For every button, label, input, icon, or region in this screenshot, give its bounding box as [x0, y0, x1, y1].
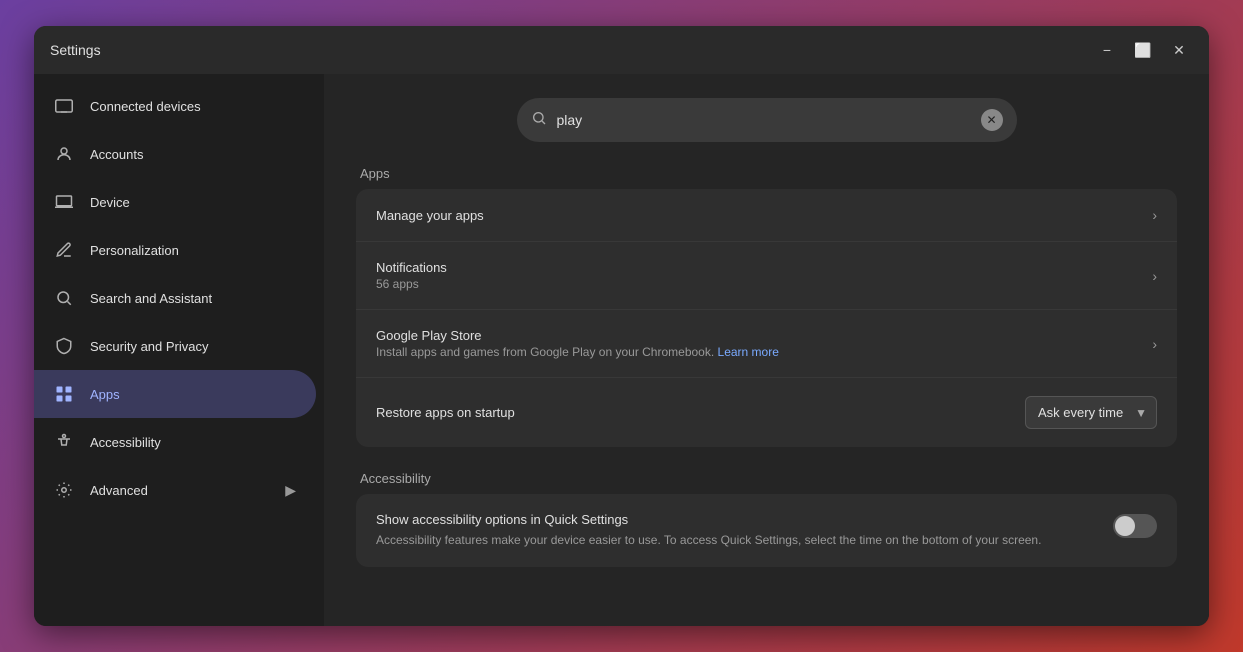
accessibility-option-subtitle: Accessibility features make your device …	[376, 531, 1093, 549]
google-play-store-subtitle: Install apps and games from Google Play …	[376, 345, 779, 359]
google-play-store-title: Google Play Store	[376, 328, 779, 343]
sidebar-item-apps[interactable]: Apps	[34, 370, 316, 418]
accounts-icon	[54, 144, 74, 164]
sidebar-label-personalization: Personalization	[90, 243, 179, 258]
apps-icon	[54, 384, 74, 404]
maximize-button[interactable]: ⬜	[1129, 36, 1157, 64]
sidebar-label-device: Device	[90, 195, 130, 210]
content-area: Connected devices Accounts Device Person…	[34, 74, 1209, 626]
sidebar-item-security-and-privacy[interactable]: Security and Privacy	[34, 322, 316, 370]
show-accessibility-row: Show accessibility options in Quick Sett…	[356, 494, 1177, 567]
accessibility-card: Show accessibility options in Quick Sett…	[356, 494, 1177, 567]
search-bar: ✕	[517, 98, 1017, 142]
manage-your-apps-chevron: ›	[1152, 207, 1157, 223]
device-icon	[54, 96, 74, 116]
sidebar-label-search-and-assistant: Search and Assistant	[90, 291, 212, 306]
accessibility-section-title: Accessibility	[356, 471, 1177, 486]
sidebar-item-accessibility[interactable]: Accessibility	[34, 418, 316, 466]
apps-section-title: Apps	[356, 166, 1177, 181]
google-play-store-left: Google Play Store Install apps and games…	[376, 328, 779, 359]
pen-icon	[54, 240, 74, 260]
sidebar-label-security-and-privacy: Security and Privacy	[90, 339, 209, 354]
laptop-icon	[54, 192, 74, 212]
search-icon	[54, 288, 74, 308]
sidebar-label-apps: Apps	[90, 387, 120, 402]
accessibility-toggle[interactable]	[1113, 514, 1157, 538]
apps-section: Apps Manage your apps › Notifications 56…	[356, 166, 1177, 447]
notifications-subtitle: 56 apps	[376, 277, 447, 291]
notifications-left: Notifications 56 apps	[376, 260, 447, 291]
advanced-expand-icon: ▶	[285, 482, 296, 499]
sidebar: Connected devices Accounts Device Person…	[34, 74, 324, 626]
sidebar-item-device[interactable]: Device	[34, 178, 316, 226]
manage-your-apps-left: Manage your apps	[376, 208, 484, 223]
settings-window: Settings − ⬜ ✕ Connected devices Account…	[34, 26, 1209, 626]
sidebar-label-accounts: Accounts	[90, 147, 143, 162]
search-bar-wrapper: ✕	[356, 98, 1177, 142]
title-bar: Settings − ⬜ ✕	[34, 26, 1209, 74]
minimize-button[interactable]: −	[1093, 36, 1121, 64]
accessibility-option-title: Show accessibility options in Quick Sett…	[376, 512, 1093, 527]
accessibility-icon	[54, 432, 74, 452]
close-button[interactable]: ✕	[1165, 36, 1193, 64]
search-input[interactable]	[557, 112, 971, 128]
main-content: ✕ Apps Manage your apps › Notification	[324, 74, 1209, 626]
manage-your-apps-title: Manage your apps	[376, 208, 484, 223]
sidebar-item-personalization[interactable]: Personalization	[34, 226, 316, 274]
window-title: Settings	[50, 42, 101, 58]
notifications-title: Notifications	[376, 260, 447, 275]
restore-apps-select[interactable]: Ask every time Always restore Never rest…	[1025, 396, 1157, 429]
notifications-chevron: ›	[1152, 268, 1157, 284]
learn-more-link[interactable]: Learn more	[718, 345, 779, 359]
sidebar-label-connected-devices: Connected devices	[90, 99, 201, 114]
sidebar-item-search-and-assistant[interactable]: Search and Assistant	[34, 274, 316, 322]
advanced-icon	[54, 480, 74, 500]
google-play-store-row[interactable]: Google Play Store Install apps and games…	[356, 310, 1177, 378]
restore-apps-select-wrapper: Ask every time Always restore Never rest…	[1025, 396, 1157, 429]
shield-icon	[54, 336, 74, 356]
search-bar-icon	[531, 110, 547, 131]
apps-card: Manage your apps › Notifications 56 apps…	[356, 189, 1177, 447]
accessibility-text: Show accessibility options in Quick Sett…	[376, 512, 1113, 549]
sidebar-label-advanced: Advanced	[90, 483, 148, 498]
window-controls: − ⬜ ✕	[1093, 36, 1193, 64]
advanced-left: Advanced	[54, 480, 148, 500]
search-clear-button[interactable]: ✕	[981, 109, 1003, 131]
sidebar-item-accounts[interactable]: Accounts	[34, 130, 316, 178]
sidebar-item-connected-devices[interactable]: Connected devices	[34, 82, 316, 130]
manage-your-apps-row[interactable]: Manage your apps ›	[356, 189, 1177, 242]
accessibility-section: Accessibility Show accessibility options…	[356, 471, 1177, 567]
restore-apps-title: Restore apps on startup	[376, 405, 515, 420]
restore-apps-row[interactable]: Restore apps on startup Ask every time A…	[356, 378, 1177, 447]
sidebar-item-advanced[interactable]: Advanced ▶	[34, 466, 316, 514]
sidebar-label-accessibility: Accessibility	[90, 435, 161, 450]
google-play-chevron: ›	[1152, 336, 1157, 352]
notifications-row[interactable]: Notifications 56 apps ›	[356, 242, 1177, 310]
